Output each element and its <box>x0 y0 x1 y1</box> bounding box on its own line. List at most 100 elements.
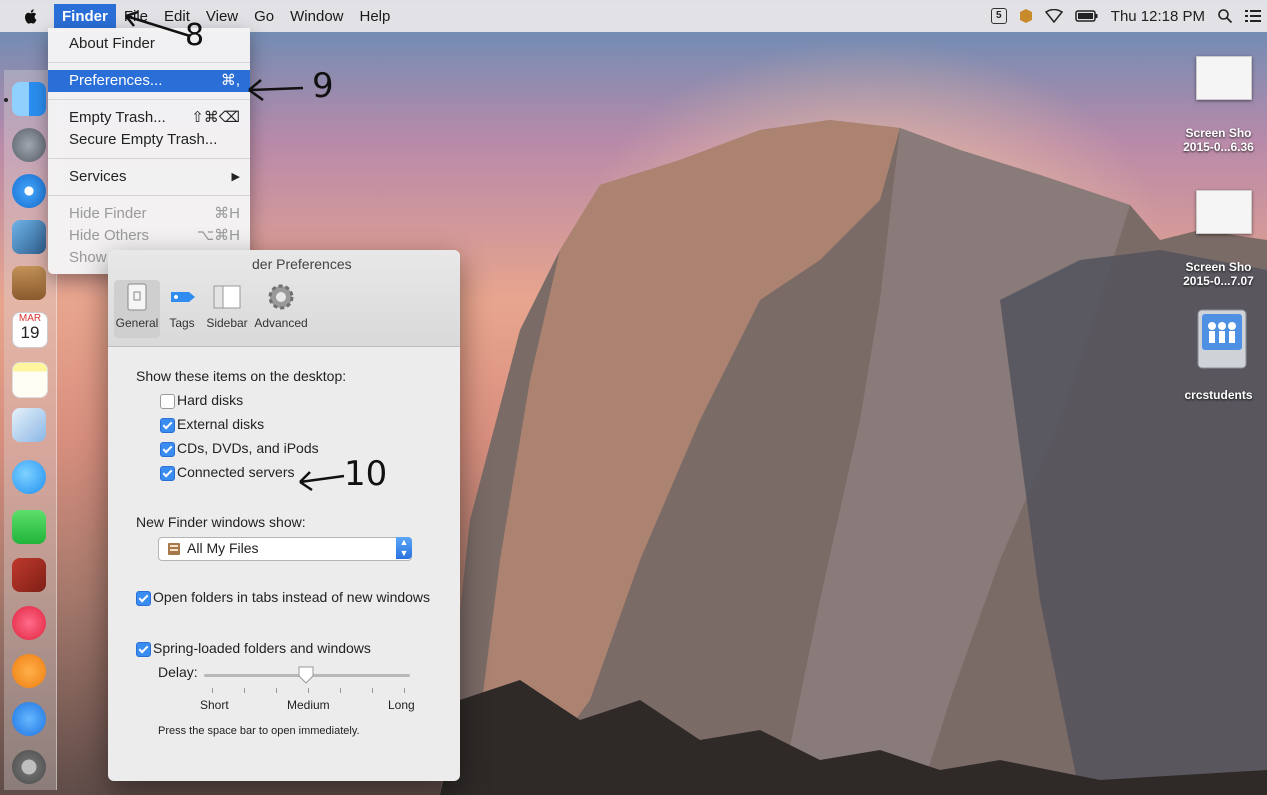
screenshot-thumbnail[interactable] <box>1196 190 1252 234</box>
slider-tick <box>308 688 309 693</box>
desktop-icon-label: 2015-0...7.07 <box>1183 274 1254 288</box>
menu-go[interactable]: Go <box>246 4 282 29</box>
server-drive-icon[interactable] <box>1196 308 1248 376</box>
reminders-icon[interactable] <box>12 408 46 442</box>
delay-short-label: Short <box>200 698 229 712</box>
app-status-icon[interactable] <box>1019 8 1033 24</box>
finder-menu: About Finder Preferences... ⌘, Empty Tras… <box>48 28 250 274</box>
delay-long-label: Long <box>388 698 415 712</box>
calendar-day: 19 <box>20 323 40 342</box>
annotation-9: 9 <box>312 66 334 106</box>
app-store-icon[interactable] <box>12 702 46 736</box>
gear-icon <box>268 284 294 310</box>
connected-servers-label: Connected servers <box>177 464 295 480</box>
slider-tick <box>404 688 405 693</box>
facetime-icon[interactable] <box>12 510 46 544</box>
annotation-arrow-icon <box>299 471 345 492</box>
annotation-10: 10 <box>344 454 388 494</box>
slider-tick <box>372 688 373 693</box>
desktop-icon-label: Screen Sho <box>1185 260 1252 274</box>
cds-dvds-ipods-checkbox[interactable] <box>160 442 175 457</box>
cds-dvds-ipods-label: CDs, DVDs, and iPods <box>177 440 319 456</box>
battery-icon[interactable] <box>1075 9 1099 23</box>
slider-tick <box>212 688 213 693</box>
safari-icon[interactable] <box>12 174 46 208</box>
menu-separator <box>48 62 250 63</box>
menu-item-preferences[interactable]: Preferences... ⌘, <box>48 70 250 92</box>
sidebar-icon <box>213 285 241 309</box>
spring-loaded-checkbox[interactable] <box>136 642 151 657</box>
contacts-icon[interactable] <box>12 266 46 300</box>
annotation-arrow-icon <box>248 79 304 102</box>
wifi-icon[interactable] <box>1044 9 1063 23</box>
new-window-value: All My Files <box>187 540 259 556</box>
show-items-heading: Show these items on the desktop: <box>136 368 347 384</box>
spotlight-search-icon[interactable] <box>1217 8 1233 24</box>
external-disks-label: External disks <box>177 416 265 432</box>
screenshot-thumbnail[interactable] <box>1196 56 1252 100</box>
status-5-icon[interactable]: 5 <box>990 8 1007 24</box>
launchpad-icon[interactable] <box>12 128 46 162</box>
menu-separator <box>48 195 250 196</box>
menu-item-hide-others[interactable]: Hide Others ⌥⌘H <box>48 225 250 247</box>
menu-finder[interactable]: Finder <box>54 3 116 29</box>
tab-sidebar[interactable]: Sidebar <box>204 280 250 338</box>
desktop-icon-screenshot-1[interactable]: Screen Sho 2015-0...6.36 <box>1170 126 1267 154</box>
menu-item-empty-trash[interactable]: Empty Trash... ⇧⌘⌫ <box>48 107 250 129</box>
new-window-popup[interactable]: All My Files ▲ ▼ <box>158 537 412 561</box>
tab-general[interactable]: General <box>114 280 160 338</box>
slider-tick <box>244 688 245 693</box>
connected-servers-checkbox[interactable] <box>160 466 175 481</box>
menu-help[interactable]: Help <box>352 4 399 29</box>
finder-preferences-window: der Preferences General Tags Sidebar Adv… <box>108 250 460 781</box>
apple-menu-icon[interactable] <box>22 7 40 25</box>
desktop-icon-label: Screen Sho <box>1185 126 1252 140</box>
menu-item-services[interactable]: Services ▶ <box>48 166 250 188</box>
window-title: der Preferences <box>252 256 352 272</box>
slider-tick <box>276 688 277 693</box>
messages-icon[interactable] <box>12 460 46 494</box>
tab-advanced[interactable]: Advanced <box>254 280 308 338</box>
hard-disks-checkbox[interactable] <box>160 394 175 409</box>
delay-label: Delay: <box>158 664 198 680</box>
submenu-arrow-icon: ▶ <box>231 171 240 183</box>
menu-separator <box>48 99 250 100</box>
new-window-heading: New Finder windows show: <box>136 514 306 530</box>
notes-icon[interactable] <box>12 362 48 398</box>
ibooks-icon[interactable] <box>12 654 46 688</box>
tab-tags[interactable]: Tags <box>166 280 198 338</box>
general-icon <box>127 283 147 311</box>
desktop-icon-label: crcstudents <box>1184 388 1253 402</box>
all-my-files-icon <box>168 543 180 555</box>
clock[interactable]: Thu 12:18 PM <box>1111 8 1205 25</box>
menu-item-hide-finder[interactable]: Hide Finder ⌘H <box>48 203 250 225</box>
desktop-icon-screenshot-2[interactable]: Screen Sho 2015-0...7.07 <box>1170 260 1267 288</box>
window-toolbar: der Preferences General Tags Sidebar Adv… <box>108 250 460 347</box>
delay-slider-knob[interactable] <box>298 666 314 684</box>
open-in-tabs-checkbox[interactable] <box>136 591 151 606</box>
open-in-tabs-label: Open folders in tabs instead of new wind… <box>153 589 431 605</box>
running-indicator <box>4 98 8 102</box>
delay-medium-label: Medium <box>287 698 330 712</box>
hard-disks-label: Hard disks <box>177 392 244 408</box>
desktop-icon-crcstudents[interactable]: crcstudents <box>1170 388 1267 402</box>
tags-icon <box>171 292 195 302</box>
system-preferences-icon[interactable] <box>12 750 46 784</box>
menu-separator <box>48 158 250 159</box>
annotation-8: 8 <box>185 18 205 53</box>
menu-item-secure-empty-trash[interactable]: Secure Empty Trash... <box>48 129 250 151</box>
desktop-icon-label: 2015-0...6.36 <box>1183 140 1254 154</box>
notification-center-icon[interactable] <box>1245 9 1261 23</box>
finder-icon[interactable] <box>12 82 46 116</box>
popup-arrows-icon: ▲ ▼ <box>396 537 412 559</box>
slider-tick <box>340 688 341 693</box>
mail-icon[interactable] <box>12 220 46 254</box>
calendar-icon[interactable]: MAR 19 <box>12 312 48 348</box>
spring-loaded-label: Spring-loaded folders and windows <box>153 640 371 656</box>
itunes-icon[interactable] <box>12 606 46 640</box>
space-bar-hint: Press the space bar to open immediately. <box>158 725 360 737</box>
external-disks-checkbox[interactable] <box>160 418 175 433</box>
annotation-arrow-icon <box>125 10 191 38</box>
menu-window[interactable]: Window <box>282 4 351 29</box>
photo-booth-icon[interactable] <box>12 558 46 592</box>
